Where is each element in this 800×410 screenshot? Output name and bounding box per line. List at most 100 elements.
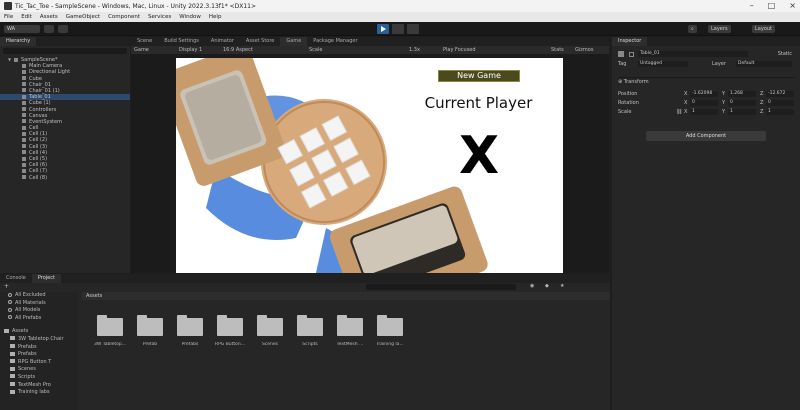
- layers-dropdown[interactable]: Layers: [708, 25, 731, 33]
- favorite-item[interactable]: All Excluded: [0, 292, 78, 300]
- position-z-field[interactable]: -12.672: [766, 91, 794, 97]
- close-icon[interactable]: ×: [789, 1, 796, 10]
- menu-component[interactable]: Component: [108, 14, 140, 20]
- project-tabbar: Console Project: [0, 274, 610, 283]
- asset-folder[interactable]: TextMesh ...: [330, 315, 370, 347]
- folder-icon: [10, 344, 15, 349]
- layer-dropdown[interactable]: Default: [736, 61, 792, 67]
- asset-folder[interactable]: RPG Button...: [210, 315, 250, 347]
- filter-icon[interactable]: ◉: [530, 283, 534, 289]
- gameobject-icon: [22, 162, 26, 167]
- position-y-field[interactable]: 1.268: [728, 91, 756, 97]
- search-icon[interactable]: ⌕: [688, 25, 697, 33]
- object-name-field[interactable]: Table_01: [638, 51, 748, 57]
- tab-hierarchy[interactable]: Hierarchy: [0, 37, 37, 46]
- project-tree-item[interactable]: Training labs: [0, 389, 78, 397]
- gizmos-button[interactable]: Gizmos: [575, 47, 593, 53]
- current-player-symbol: X: [458, 126, 500, 186]
- menu-help[interactable]: Help: [209, 14, 222, 20]
- hierarchy-search-input[interactable]: [3, 48, 127, 54]
- step-button[interactable]: [407, 24, 419, 34]
- menu-services[interactable]: Services: [148, 14, 171, 20]
- rotation-y-field[interactable]: 0: [728, 100, 756, 106]
- gameobject-icon: [22, 88, 26, 93]
- project-tree-item[interactable]: Scripts: [0, 374, 78, 382]
- menu-gameobject[interactable]: GameObject: [66, 14, 100, 20]
- tab-build-settings[interactable]: Build Settings: [158, 37, 205, 46]
- gameobject-icon: [22, 107, 26, 111]
- game-mode-dropdown[interactable]: Game: [134, 47, 149, 53]
- project-tree-item[interactable]: TextMesh Pro: [0, 382, 78, 390]
- transform-label: Transform: [623, 79, 649, 85]
- play-button[interactable]: [377, 24, 389, 34]
- rotation-x-field[interactable]: 0: [690, 100, 718, 106]
- hierarchy-item[interactable]: Cell (8): [0, 175, 130, 181]
- asset-folder[interactable]: Prefab: [130, 315, 170, 347]
- account-dropdown[interactable]: WA: [4, 25, 40, 33]
- add-asset-icon[interactable]: +: [4, 283, 9, 290]
- constrain-proportions-icon[interactable]: ⛓: [676, 109, 682, 116]
- tab-project[interactable]: Project: [31, 274, 61, 283]
- gameobject-icon: [22, 144, 26, 149]
- asset-folder[interactable]: Scenes: [250, 315, 290, 347]
- scale-row: Scale ⛓ X 1 Y 1 Z 1: [618, 109, 796, 116]
- add-component-button[interactable]: Add Component: [646, 131, 766, 141]
- favorite-icon[interactable]: ★: [560, 283, 564, 289]
- project-tree-item[interactable]: Prefabs: [0, 351, 78, 359]
- new-game-button[interactable]: New Game: [438, 70, 520, 82]
- collab-icon[interactable]: [58, 25, 68, 33]
- project-breadcrumb[interactable]: Assets: [82, 292, 610, 300]
- folder-icon: [10, 389, 15, 394]
- menu-assets[interactable]: Assets: [40, 14, 58, 20]
- favorite-item[interactable]: All Prefabs: [0, 315, 78, 323]
- tab-package-manager[interactable]: Package Manager: [307, 37, 363, 46]
- tab-console[interactable]: Console: [0, 274, 32, 283]
- game-view: New Game Current Player X: [131, 54, 609, 273]
- scale-y-field[interactable]: 1: [728, 109, 756, 115]
- play-focused-dropdown[interactable]: Play Focused: [443, 47, 476, 53]
- minimize-icon[interactable]: –: [750, 1, 754, 10]
- hierarchy-item-label: Cube (1): [29, 100, 51, 107]
- project-tree-item[interactable]: Assets: [0, 328, 78, 336]
- favorite-item[interactable]: All Models: [0, 307, 78, 315]
- scale-value[interactable]: 1.3x: [409, 47, 420, 53]
- rotation-z-field[interactable]: 0: [766, 100, 794, 106]
- scale-z-field[interactable]: 1: [766, 109, 794, 115]
- position-x-field[interactable]: -1.62098: [690, 91, 718, 97]
- tab-asset-store[interactable]: Asset Store: [240, 37, 280, 46]
- project-tree-item[interactable]: Scenes: [0, 366, 78, 374]
- tab-inspector[interactable]: Inspector: [612, 37, 648, 46]
- gameobject-icon: [22, 69, 26, 74]
- scale-x-field[interactable]: 1: [690, 109, 718, 115]
- asset-folder[interactable]: Scripts: [290, 315, 330, 347]
- project-tree-item[interactable]: RPG Button T: [0, 359, 78, 367]
- asset-folder[interactable]: 3W Tabletop...: [90, 315, 130, 347]
- tab-scene[interactable]: Scene: [131, 37, 158, 46]
- hierarchy-item-label: Chair_01: [29, 81, 52, 88]
- maximize-icon[interactable]: □: [768, 1, 776, 10]
- layout-dropdown[interactable]: Layout: [752, 25, 775, 33]
- asset-folder[interactable]: Prefabs: [170, 315, 210, 347]
- menu-file[interactable]: File: [4, 14, 13, 20]
- pause-button[interactable]: [392, 24, 404, 34]
- stats-button[interactable]: Stats: [551, 47, 564, 53]
- static-toggle[interactable]: Static: [778, 51, 792, 58]
- aspect-dropdown[interactable]: 16:9 Aspect: [223, 47, 253, 53]
- cloud-icon[interactable]: [44, 25, 54, 33]
- asset-folder[interactable]: Training la...: [370, 315, 410, 347]
- project-tree-item[interactable]: 3W Tabletop Chair: [0, 336, 78, 344]
- game-canvas[interactable]: New Game Current Player X: [176, 58, 563, 273]
- tab-animator[interactable]: Animator: [205, 37, 240, 46]
- project-search-input[interactable]: [366, 284, 516, 290]
- transform-header[interactable]: ⊕ Transform: [618, 77, 796, 85]
- hierarchy-tree: ▼ SampleScene* Main Camera Directional Ligh…: [0, 57, 130, 181]
- project-tree-item[interactable]: Prefabs: [0, 344, 78, 352]
- favorite-item[interactable]: All Materials: [0, 300, 78, 308]
- menu-window[interactable]: Window: [179, 14, 201, 20]
- tag-dropdown[interactable]: Untagged: [638, 61, 688, 67]
- active-checkbox[interactable]: [628, 51, 634, 57]
- tab-game[interactable]: Game: [280, 37, 308, 46]
- menu-edit[interactable]: Edit: [21, 14, 32, 20]
- display-dropdown[interactable]: Display 1: [179, 47, 202, 53]
- label-icon[interactable]: ◆: [545, 283, 549, 289]
